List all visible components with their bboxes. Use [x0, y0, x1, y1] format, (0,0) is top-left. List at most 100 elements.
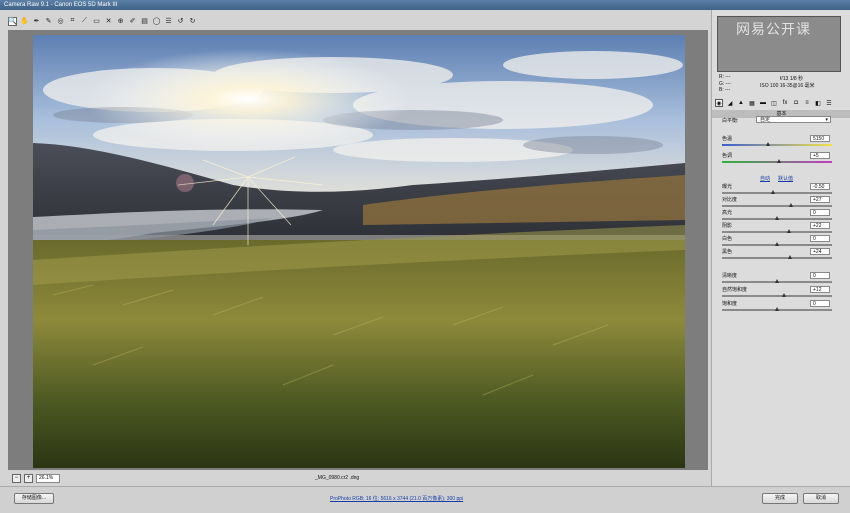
control-value-field[interactable]: 0 [810, 209, 830, 216]
control-slider[interactable] [722, 190, 832, 194]
color-sampler-tool-icon[interactable]: ✎ [44, 17, 53, 26]
control-label: 黑色 [722, 249, 733, 255]
landscape-photo [33, 35, 685, 468]
control-slider[interactable] [722, 242, 832, 246]
targeted-adjustment-tool-icon[interactable]: ◎ [56, 17, 65, 26]
preview-area [8, 30, 708, 470]
tab-split-toning[interactable]: ▬ [759, 99, 767, 107]
control-slider[interactable] [722, 307, 832, 311]
rotate-cw-tool-icon[interactable]: ↻ [188, 17, 197, 26]
control-slider[interactable] [722, 159, 832, 163]
camera-info: f/13 1/8 秒 ISO 100 16-35@16 毫米 [760, 76, 815, 90]
control-slider[interactable] [722, 293, 832, 297]
zoom-out-button[interactable]: − [12, 474, 21, 483]
rotate-ccw-tool-icon[interactable]: ↺ [176, 17, 185, 26]
zoom-select[interactable]: 26.1% [36, 474, 60, 483]
tab-tone-curve[interactable]: ◢ [726, 99, 734, 107]
wb-value: 自定 [760, 117, 771, 123]
control-value-field[interactable]: 0 [810, 235, 830, 242]
tab-detail[interactable]: ▲ [737, 99, 745, 107]
control-slider[interactable] [722, 229, 832, 233]
control-label: 清晰度 [722, 273, 738, 279]
slider-thumb[interactable] [775, 279, 779, 283]
done-button[interactable]: 完成 [762, 493, 798, 504]
transform-tool-icon[interactable]: ▭ [92, 17, 101, 26]
control-value-field[interactable]: 0 [810, 300, 830, 307]
control-slider[interactable] [722, 216, 832, 220]
white-balance-tool-icon[interactable]: ✒ [32, 17, 41, 26]
control-slider[interactable] [722, 279, 832, 283]
chevron-down-icon: ▾ [825, 117, 828, 123]
control-slider[interactable] [722, 255, 832, 259]
rgb-readout: R: --- G: --- B: --- [719, 74, 731, 94]
control-label: 白色 [722, 236, 733, 242]
status-bar: − + 26.1% _MG_0980.cr2 .dng [8, 472, 708, 484]
preview-image [33, 35, 685, 468]
save-image-button[interactable]: 存储图像... [14, 493, 54, 504]
wb-label: 白平衡: [722, 118, 739, 124]
tab-lens[interactable]: ◫ [770, 99, 778, 107]
blue-readout: B: --- [719, 87, 731, 93]
control-label: 色调 [722, 153, 733, 159]
window-title: Camera Raw 9.1 - Canon EOS 5D Mark III [4, 2, 118, 8]
slider-thumb[interactable] [781, 293, 786, 297]
slider-thumb[interactable] [770, 190, 775, 194]
control-slider[interactable] [722, 203, 832, 207]
slider-thumb[interactable] [777, 159, 782, 163]
slider-thumb[interactable] [766, 142, 771, 146]
control-value-field[interactable]: -0.50 [810, 183, 830, 190]
tab-basic[interactable]: ◉ [715, 99, 723, 107]
zoom-control: − + 26.1% [12, 474, 60, 483]
panel-menu-icon[interactable]: ☰ [825, 99, 833, 107]
auto-link[interactable]: 自动 [760, 175, 770, 182]
graduated-filter-tool-icon[interactable]: ▤ [140, 17, 149, 26]
window-title-bar: Camera Raw 9.1 - Canon EOS 5D Mark III [0, 0, 850, 10]
tool-bar: 🔍 ✋ ✒ ✎ ◎ ⌗ ⟋ ▭ ✕ ⊕ ✐ ▤ ◯ ☰ ↺ ↻ [8, 14, 708, 28]
control-value-field[interactable]: +27 [810, 196, 830, 203]
spot-removal-tool-icon[interactable]: ✕ [104, 17, 113, 26]
control-label: 高光 [722, 210, 733, 216]
bottom-bar: 存储图像... ProPhoto RGB; 16 位; 5616 x 3744 … [0, 486, 850, 513]
control-value-field[interactable]: 0 [810, 272, 830, 279]
slider-thumb[interactable] [775, 216, 779, 220]
control-value-field[interactable]: +5 [810, 152, 830, 159]
tab-effects[interactable]: fx [781, 99, 789, 107]
tab-presets[interactable]: ≡ [803, 99, 811, 107]
preferences-tool-icon[interactable]: ☰ [164, 17, 173, 26]
slider-thumb[interactable] [789, 203, 794, 207]
control-label: 曝光 [722, 184, 733, 190]
red-readout: R: --- [719, 74, 731, 80]
slider-thumb[interactable] [775, 307, 779, 311]
histogram: 网易公开课 [717, 16, 841, 72]
watermark-text: 网易公开课 [736, 22, 811, 38]
tab-snapshots[interactable]: ◧ [814, 99, 822, 107]
workflow-options-link[interactable]: ProPhoto RGB; 16 位; 5616 x 3744 (21.0 百万… [330, 495, 463, 502]
adjustment-brush-tool-icon[interactable]: ✐ [128, 17, 137, 26]
control-value-field[interactable]: +12 [810, 286, 830, 293]
crop-tool-icon[interactable]: ⌗ [68, 17, 77, 26]
control-slider[interactable] [722, 142, 832, 146]
slider-thumb[interactable] [788, 255, 793, 259]
default-link[interactable]: 默认值 [778, 175, 793, 182]
cancel-button[interactable]: 取消 [803, 493, 839, 504]
control-label: 阴影 [722, 223, 733, 229]
slider-thumb[interactable] [775, 242, 779, 246]
zoom-tool-icon[interactable]: 🔍 [8, 16, 17, 26]
tab-hsl[interactable]: ▦ [748, 99, 756, 107]
hand-tool-icon[interactable]: ✋ [20, 17, 29, 26]
radial-filter-tool-icon[interactable]: ◯ [152, 17, 161, 26]
red-eye-tool-icon[interactable]: ⊕ [116, 17, 125, 26]
slider-thumb[interactable] [787, 229, 792, 233]
control-label: 自然饱和度 [722, 287, 748, 293]
file-name: _MG_0980.cr2 .dng [315, 475, 360, 481]
iso-lens-info: ISO 100 16-35@16 毫米 [760, 83, 815, 89]
control-value-field[interactable]: +24 [810, 248, 830, 255]
control-label: 饱和度 [722, 301, 738, 307]
adjustment-panel: 网易公开课 R: --- G: --- B: --- f/13 1/8 秒 IS… [711, 10, 850, 490]
control-value-field[interactable]: 5150 [810, 135, 830, 142]
white-balance-select[interactable]: 自定 ▾ [756, 116, 831, 123]
control-value-field[interactable]: +22 [810, 222, 830, 229]
zoom-in-button[interactable]: + [24, 474, 33, 483]
straighten-tool-icon[interactable]: ⟋ [80, 17, 89, 26]
tab-camera-calibration[interactable]: ◘ [792, 99, 800, 107]
